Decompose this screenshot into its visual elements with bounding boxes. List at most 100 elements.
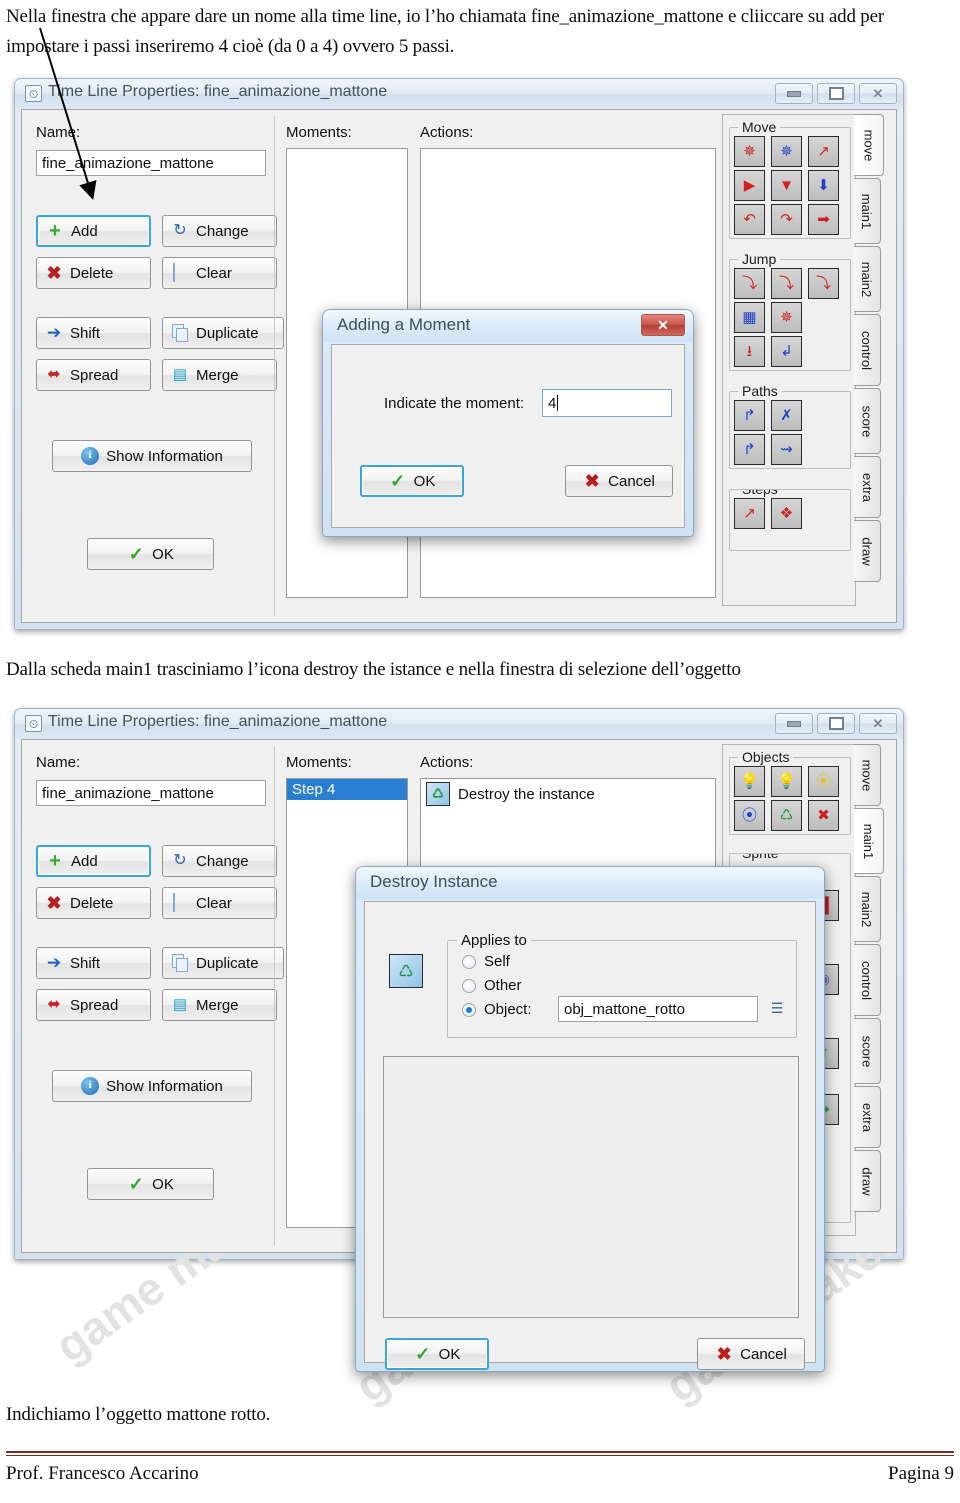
list-item[interactable]: ♺ Destroy the instance [421,779,715,809]
radio-self[interactable]: Self [462,953,510,970]
path-position-icon[interactable]: ↱ [734,434,765,465]
move-to-contact-icon[interactable]: ⭳ [734,336,765,367]
end-path-icon[interactable]: ✗ [771,400,802,431]
adding-moment-titlebar[interactable]: Adding a Moment ✕ [323,310,693,342]
duplicate-button[interactable]: Duplicate [162,947,284,979]
set-path-icon[interactable]: ↱ [734,400,765,431]
add-button[interactable]: + Add [36,215,151,247]
delete-button[interactable]: ✖ Delete [36,257,151,289]
minimize-icon[interactable] [775,713,813,734]
window-controls[interactable]: ✕ [775,713,897,734]
tab-control[interactable]: control [854,944,881,1016]
set-friction-icon[interactable]: ➡ [808,204,839,235]
shift-button[interactable]: ➔ Shift [36,947,151,979]
window-controls[interactable]: ✕ [775,83,897,104]
destroy-cancel-button[interactable]: ✖ Cancel [697,1338,805,1370]
tab-main2[interactable]: main2 [854,876,881,942]
move-fixed-icon[interactable]: ✵ [734,136,765,167]
object-input[interactable]: obj_mattone_rotto [558,996,758,1022]
reverse-horizontal-icon[interactable]: ↶ [734,204,765,235]
ok-button[interactable]: ✓ OK [87,1168,214,1200]
tab-extra[interactable]: extra [854,1086,881,1148]
name-input[interactable]: fine_animazione_mattone [36,150,266,176]
destroy-ok-button[interactable]: ✓ OK [385,1338,489,1370]
action-palette[interactable]: Move ✵ ✵ ↗ ▶ ▼ ⬇ ↶ ↷ ➡ Jump ⤵ ⤵ ⤵ ▦ ✵ ⭳ … [722,114,856,606]
spread-button[interactable]: ⬌ Spread [36,359,151,391]
tab-main1[interactable]: main1 [854,808,884,874]
ok-button-label: OK [152,545,174,563]
moment-input[interactable]: 4 [542,389,672,417]
maximize-icon[interactable] [817,83,855,104]
tab-draw[interactable]: draw [854,1150,881,1212]
palette-tabs[interactable]: move main1 main2 control score extra dra… [854,744,886,1236]
tab-score[interactable]: score [854,388,881,454]
change-button-label: Change [196,222,249,240]
tab-main1[interactable]: main1 [854,178,881,244]
show-information-button[interactable]: i Show Information [52,1070,252,1102]
minimize-icon[interactable] [775,83,813,104]
reverse-vertical-icon[interactable]: ↷ [771,204,802,235]
align-to-grid-icon[interactable]: ▦ [734,302,765,333]
speed-vertical-icon[interactable]: ▼ [771,170,802,201]
destroy-instance-titlebar[interactable]: Destroy Instance [356,867,824,899]
step-avoiding-icon[interactable]: ❖ [771,498,802,529]
destroy-at-position-icon[interactable]: ✖ [808,800,839,831]
tab-draw[interactable]: draw [854,520,881,582]
name-input[interactable]: fine_animazione_mattone [36,780,266,806]
duplicate-button[interactable]: Duplicate [162,317,284,349]
delete-button[interactable]: ✖ Delete [36,887,151,919]
list-item[interactable]: Step 4 [287,779,407,800]
radio-object[interactable]: Object: [462,1001,532,1018]
window-titlebar[interactable]: ⏲ Time Line Properties: fine_animazione_… [15,79,903,109]
move-towards-icon[interactable]: ↗ [808,136,839,167]
step-towards-icon[interactable]: ↗ [734,498,765,529]
jump-start-icon[interactable]: ⤵ [771,268,802,299]
tab-move[interactable]: move [854,114,884,176]
tab-main2[interactable]: main2 [854,246,881,312]
action-arguments-area[interactable] [383,1056,799,1318]
spread-button[interactable]: ⬌ Spread [36,989,151,1021]
tab-move[interactable]: move [854,744,881,806]
adding-moment-ok-button[interactable]: ✓ OK [360,465,464,497]
shift-button[interactable]: ➔ Shift [36,317,151,349]
close-icon[interactable]: ✕ [859,83,897,104]
destroy-instance-dialog[interactable]: Destroy Instance ♺ Applies to Self Other… [355,866,825,1372]
bounce-icon[interactable]: ↲ [771,336,802,367]
palette-tabs[interactable]: move main1 main2 control score extra dra… [854,114,886,606]
tab-control[interactable]: control [854,314,881,386]
radio-other[interactable]: Other [462,977,522,994]
change-button[interactable]: ↻ Change [162,215,277,247]
close-icon[interactable]: ✕ [859,713,897,734]
ok-button[interactable]: ✓ OK [87,538,214,570]
create-random-icon[interactable]: ⦿ [808,766,839,797]
add-button[interactable]: + Add [36,845,151,877]
wrap-screen-icon[interactable]: ✵ [771,302,802,333]
window-titlebar[interactable]: ⏲ Time Line Properties: fine_animazione_… [15,709,903,739]
merge-button[interactable]: ▤ Merge [162,359,277,391]
adding-moment-cancel-button[interactable]: ✖ Cancel [565,465,673,497]
object-picker-icon[interactable]: ☰ [768,999,786,1017]
create-moving-icon[interactable]: 💡 [771,766,802,797]
timeline-properties-window-1[interactable]: ⏲ Time Line Properties: fine_animazione_… [14,78,904,630]
destroy-instance-icon[interactable]: ♺ [771,800,802,831]
maximize-icon[interactable] [817,713,855,734]
set-gravity-icon[interactable]: ⬇ [808,170,839,201]
tab-extra[interactable]: extra [854,456,881,518]
clear-button[interactable]: Clear [162,887,277,919]
merge-button[interactable]: ▤ Merge [162,989,277,1021]
change-instance-icon[interactable]: ⦿ [734,800,765,831]
check-icon: ✓ [128,544,144,564]
show-information-button[interactable]: i Show Information [52,440,252,472]
cancel-x-icon: ✖ [584,471,600,491]
tab-score[interactable]: score [854,1018,881,1084]
jump-position-icon[interactable]: ⤵ [734,268,765,299]
adding-moment-dialog[interactable]: Adding a Moment ✕ Indicate the moment: 4… [322,309,694,537]
create-instance-icon[interactable]: 💡 [734,766,765,797]
close-icon[interactable]: ✕ [641,314,685,336]
jump-random-icon[interactable]: ⤵ [808,268,839,299]
path-speed-icon[interactable]: ⇝ [771,434,802,465]
change-button[interactable]: ↻ Change [162,845,277,877]
speed-horizontal-icon[interactable]: ▶ [734,170,765,201]
move-free-icon[interactable]: ✵ [771,136,802,167]
clear-button[interactable]: Clear [162,257,277,289]
